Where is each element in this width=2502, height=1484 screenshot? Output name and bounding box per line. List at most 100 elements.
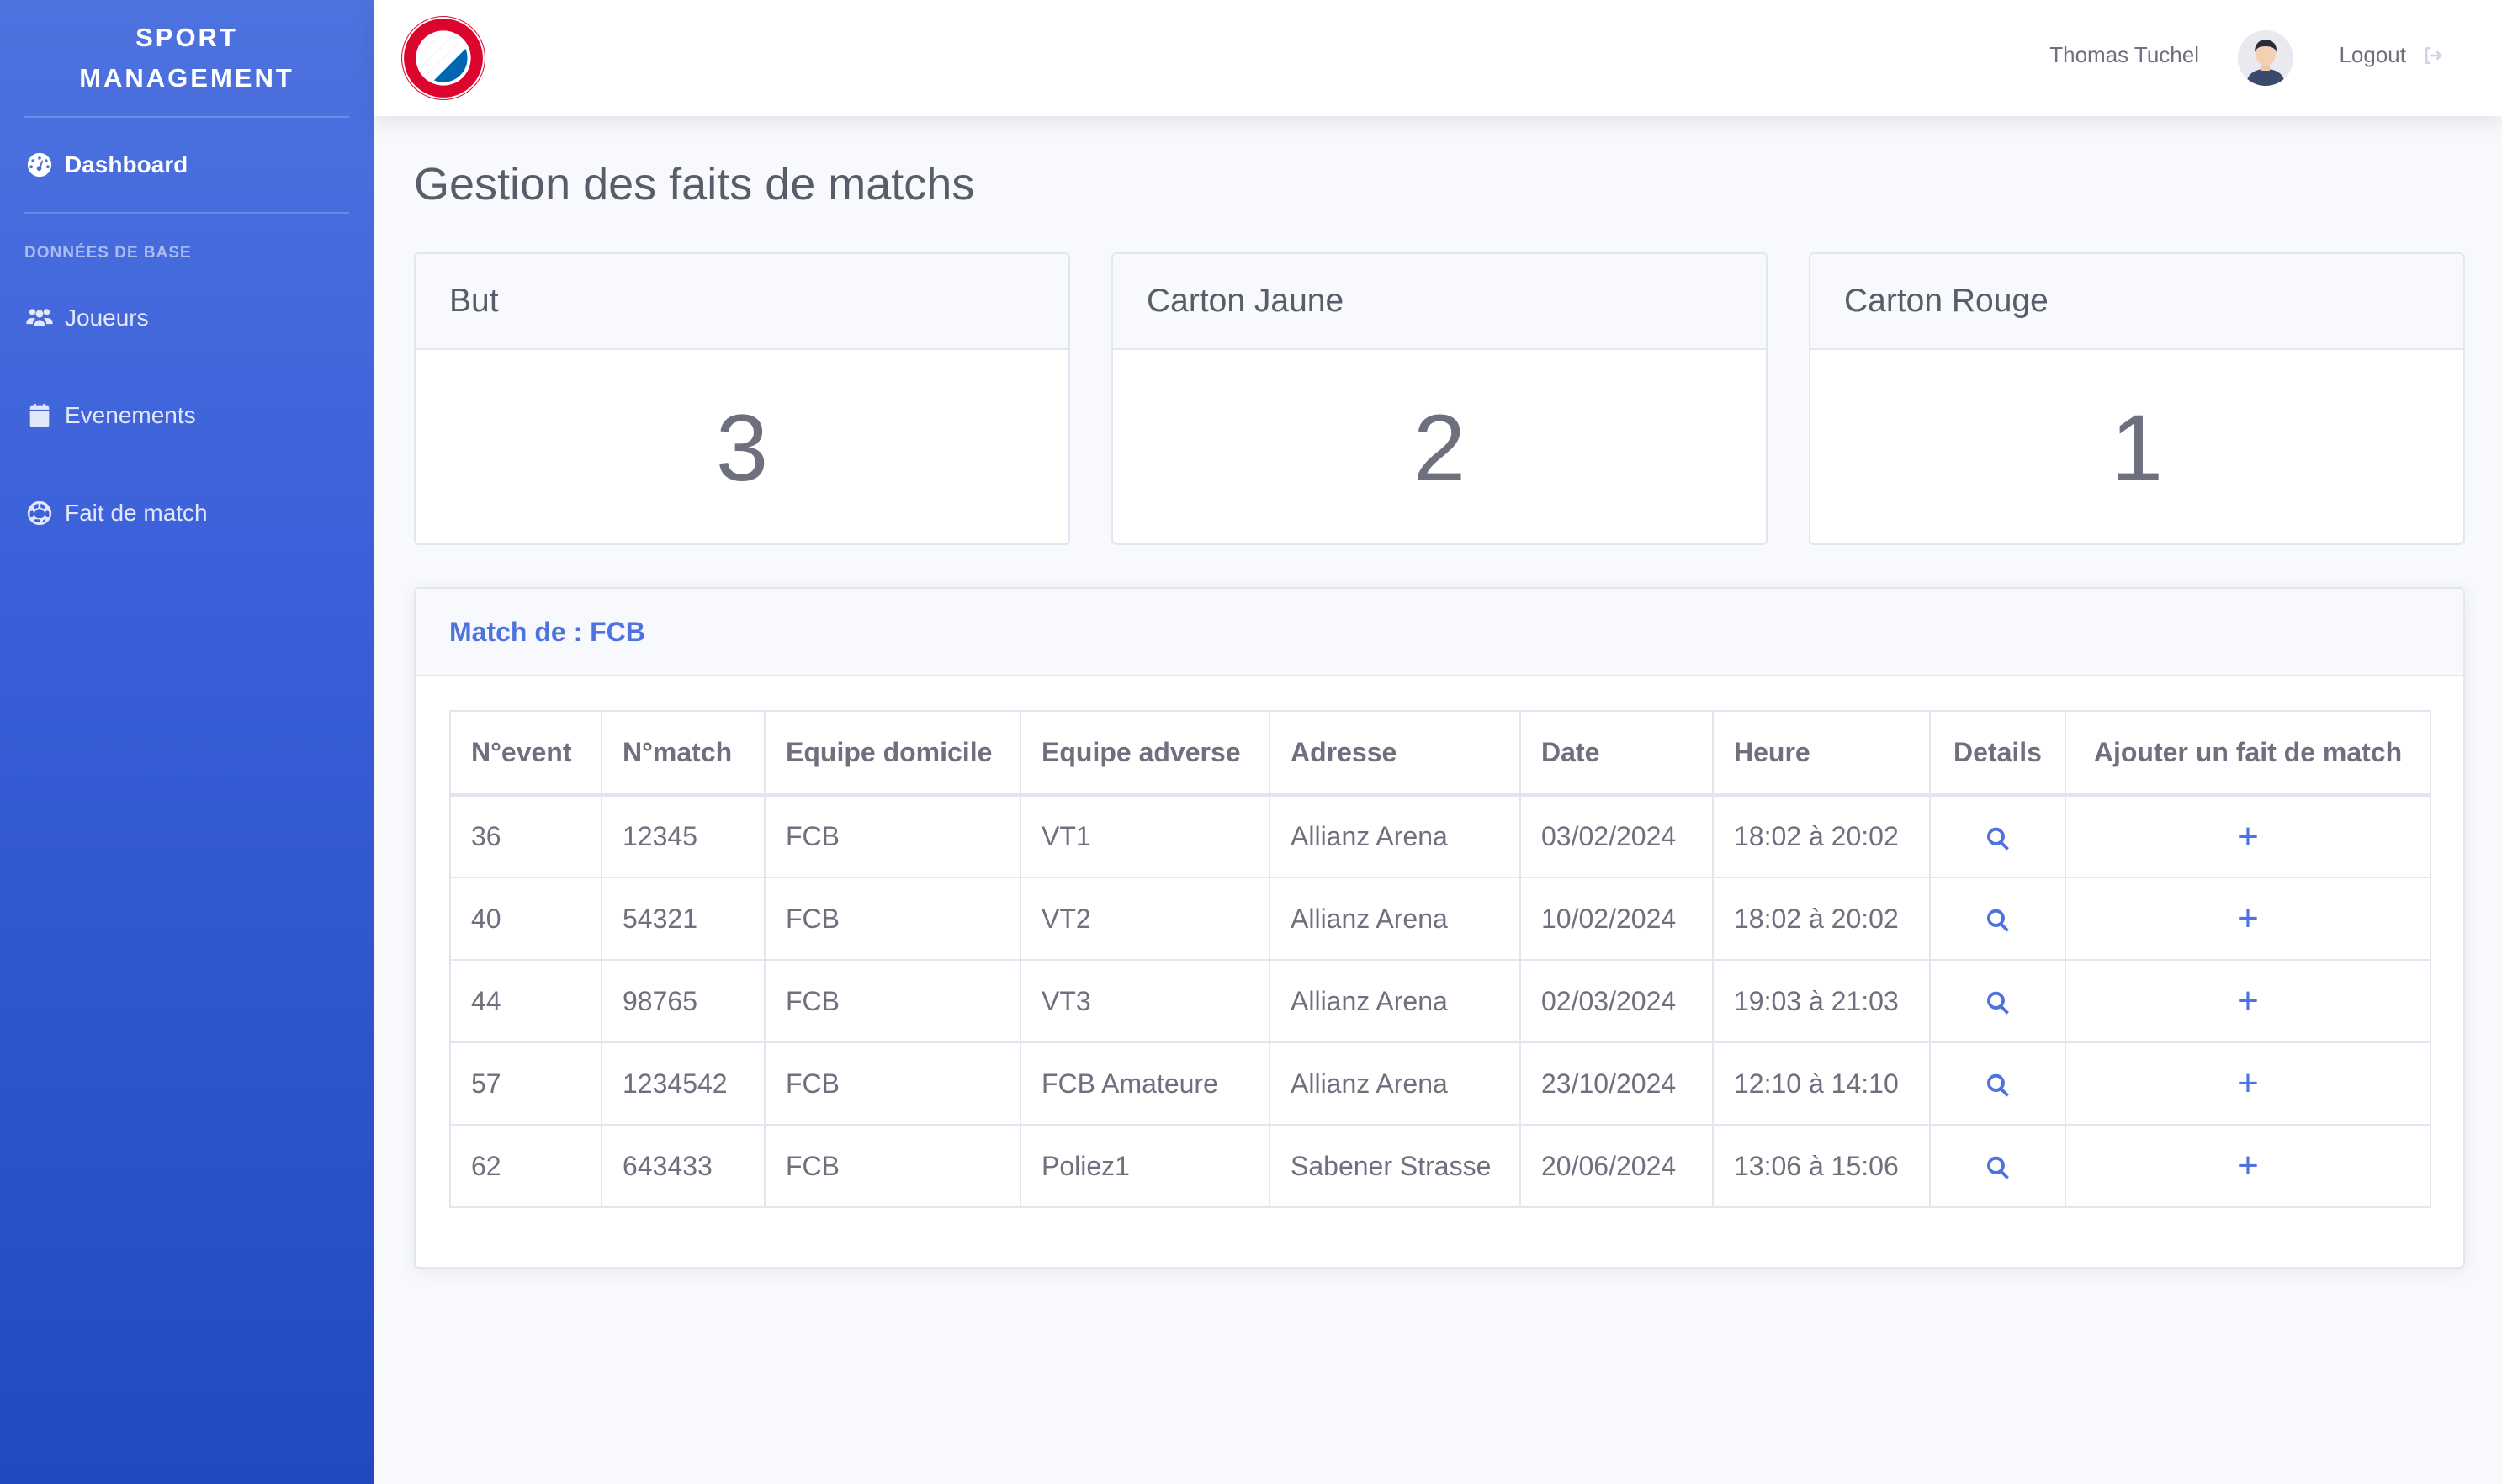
stat-label: Carton Jaune [1113,254,1766,350]
stat-card-but: But 3 [414,252,1070,545]
users-icon [24,303,55,333]
details-cell [1929,1124,2066,1208]
stat-value: 2 [1413,395,1466,501]
sidebar-item-dashboard[interactable]: Dashboard [0,118,374,212]
page-title: Gestion des faits de matchs [414,159,975,209]
stat-card-carton-rouge: Carton Rouge 1 [1809,252,2465,545]
search-icon[interactable] [1985,989,2012,1016]
cell-away: Poliez1 [1020,1124,1270,1208]
cell-away: VT3 [1020,959,1270,1043]
add-cell: + [2065,1041,2431,1126]
table-row: 40 54321 FCB VT2 Allianz Arena 10/02/202… [449,877,2431,961]
add-cell: + [2065,1124,2431,1208]
sidebar-item-joueurs[interactable]: Joueurs [0,269,374,367]
search-icon[interactable] [1985,1072,2012,1099]
add-cell: + [2065,959,2431,1043]
table-row: 62 643433 FCB Poliez1 Sabener Strasse 20… [449,1124,2431,1208]
cell-time: 18:02 à 20:02 [1712,877,1931,961]
column-header: Equipe domicile [764,710,1021,797]
search-icon[interactable] [1985,1154,2012,1181]
topbar: Thomas Tuchel Logout [374,0,2502,116]
matches-card-title: Match de : FCB [416,589,2463,676]
brand-line-1: SPORT [135,23,238,52]
search-icon[interactable] [1985,825,2012,852]
club-logo[interactable] [400,15,486,101]
cell-event: 57 [449,1041,602,1126]
stat-label: But [416,254,1068,350]
cell-time: 12:10 à 14:10 [1712,1041,1931,1126]
cell-time: 18:02 à 20:02 [1712,794,1931,878]
cell-address: Allianz Arena [1269,959,1521,1043]
column-header: Ajouter un fait de match [2065,710,2431,797]
avatar[interactable] [2238,30,2293,86]
cell-away: VT2 [1020,877,1270,961]
brand-line-2: MANAGEMENT [79,63,294,93]
cell-home: FCB [764,1124,1021,1208]
dashboard-icon [24,150,55,180]
column-header: Date [1519,710,1714,797]
logout-link[interactable]: Logout [2339,42,2446,68]
cell-address: Sabener Strasse [1269,1124,1521,1208]
stat-value: 3 [715,395,769,501]
add-fact-button[interactable]: + [2237,898,2259,939]
cell-match: 12345 [601,794,766,878]
cell-date: 20/06/2024 [1519,1124,1714,1208]
sidebar-item-label: Evenements [65,402,196,428]
column-header: Adresse [1269,710,1521,797]
cell-address: Allianz Arena [1269,877,1521,961]
details-cell [1929,794,2066,878]
cell-date: 03/02/2024 [1519,794,1714,878]
calendar-icon [24,400,55,431]
sidebar-item-label: Fait de match [65,500,208,526]
cell-home: FCB [764,1041,1021,1126]
column-header: N°match [601,710,766,797]
sidebar-heading: DONNÉES DE BASE [24,244,192,262]
cell-match: 98765 [601,959,766,1043]
sidebar-item-evenements[interactable]: Evenements [0,367,374,464]
cell-date: 10/02/2024 [1519,877,1714,961]
stat-value: 1 [2110,395,2164,501]
column-header: Details [1929,710,2066,797]
table-row: 57 1234542 FCB FCB Amateure Allianz Aren… [449,1041,2431,1126]
cell-away: VT1 [1020,794,1270,878]
cell-match: 1234542 [601,1041,766,1126]
user-name[interactable]: Thomas Tuchel [2049,42,2199,68]
sidebar-divider [24,212,349,214]
column-header: Heure [1712,710,1931,797]
add-fact-button[interactable]: + [2237,816,2259,857]
sidebar: SPORT MANAGEMENT Dashboard DONNÉES DE BA… [0,0,374,1484]
add-cell: + [2065,877,2431,961]
table-row: 44 98765 FCB VT3 Allianz Arena 02/03/202… [449,959,2431,1043]
cell-date: 02/03/2024 [1519,959,1714,1043]
details-cell [1929,1041,2066,1126]
cell-event: 44 [449,959,602,1043]
cell-home: FCB [764,794,1021,878]
cell-time: 19:03 à 21:03 [1712,959,1931,1043]
brand[interactable]: SPORT MANAGEMENT [0,0,374,116]
sign-out-icon [2425,46,2442,64]
add-cell: + [2065,794,2431,878]
stat-label: Carton Rouge [1810,254,2463,350]
add-fact-button[interactable]: + [2237,1145,2259,1186]
table-row: 36 12345 FCB VT1 Allianz Arena 03/02/202… [449,794,2431,878]
cell-address: Allianz Arena [1269,1041,1521,1126]
soccer-ball-icon [24,498,55,528]
cell-time: 13:06 à 15:06 [1712,1124,1931,1208]
table-header-row: N°event N°match Equipe domicile Equipe a… [449,710,2431,797]
search-icon[interactable] [1985,907,2012,934]
cell-match: 643433 [601,1124,766,1208]
add-fact-button[interactable]: + [2237,980,2259,1021]
main-content: Gestion des faits de matchs But 3 Carton… [374,116,2502,1484]
matches-card: Match de : FCB N°event N°match Equipe do… [414,587,2465,1269]
matches-table: N°event N°match Equipe domicile Equipe a… [449,710,2431,1208]
logout-label: Logout [2339,42,2406,67]
cell-event: 36 [449,794,602,878]
column-header: Equipe adverse [1020,710,1270,797]
cell-date: 23/10/2024 [1519,1041,1714,1126]
add-fact-button[interactable]: + [2237,1063,2259,1104]
cell-event: 40 [449,877,602,961]
stat-card-carton-jaune: Carton Jaune 2 [1111,252,1768,545]
sidebar-item-fait-de-match[interactable]: Fait de match [0,464,374,562]
cell-match: 54321 [601,877,766,961]
details-cell [1929,959,2066,1043]
